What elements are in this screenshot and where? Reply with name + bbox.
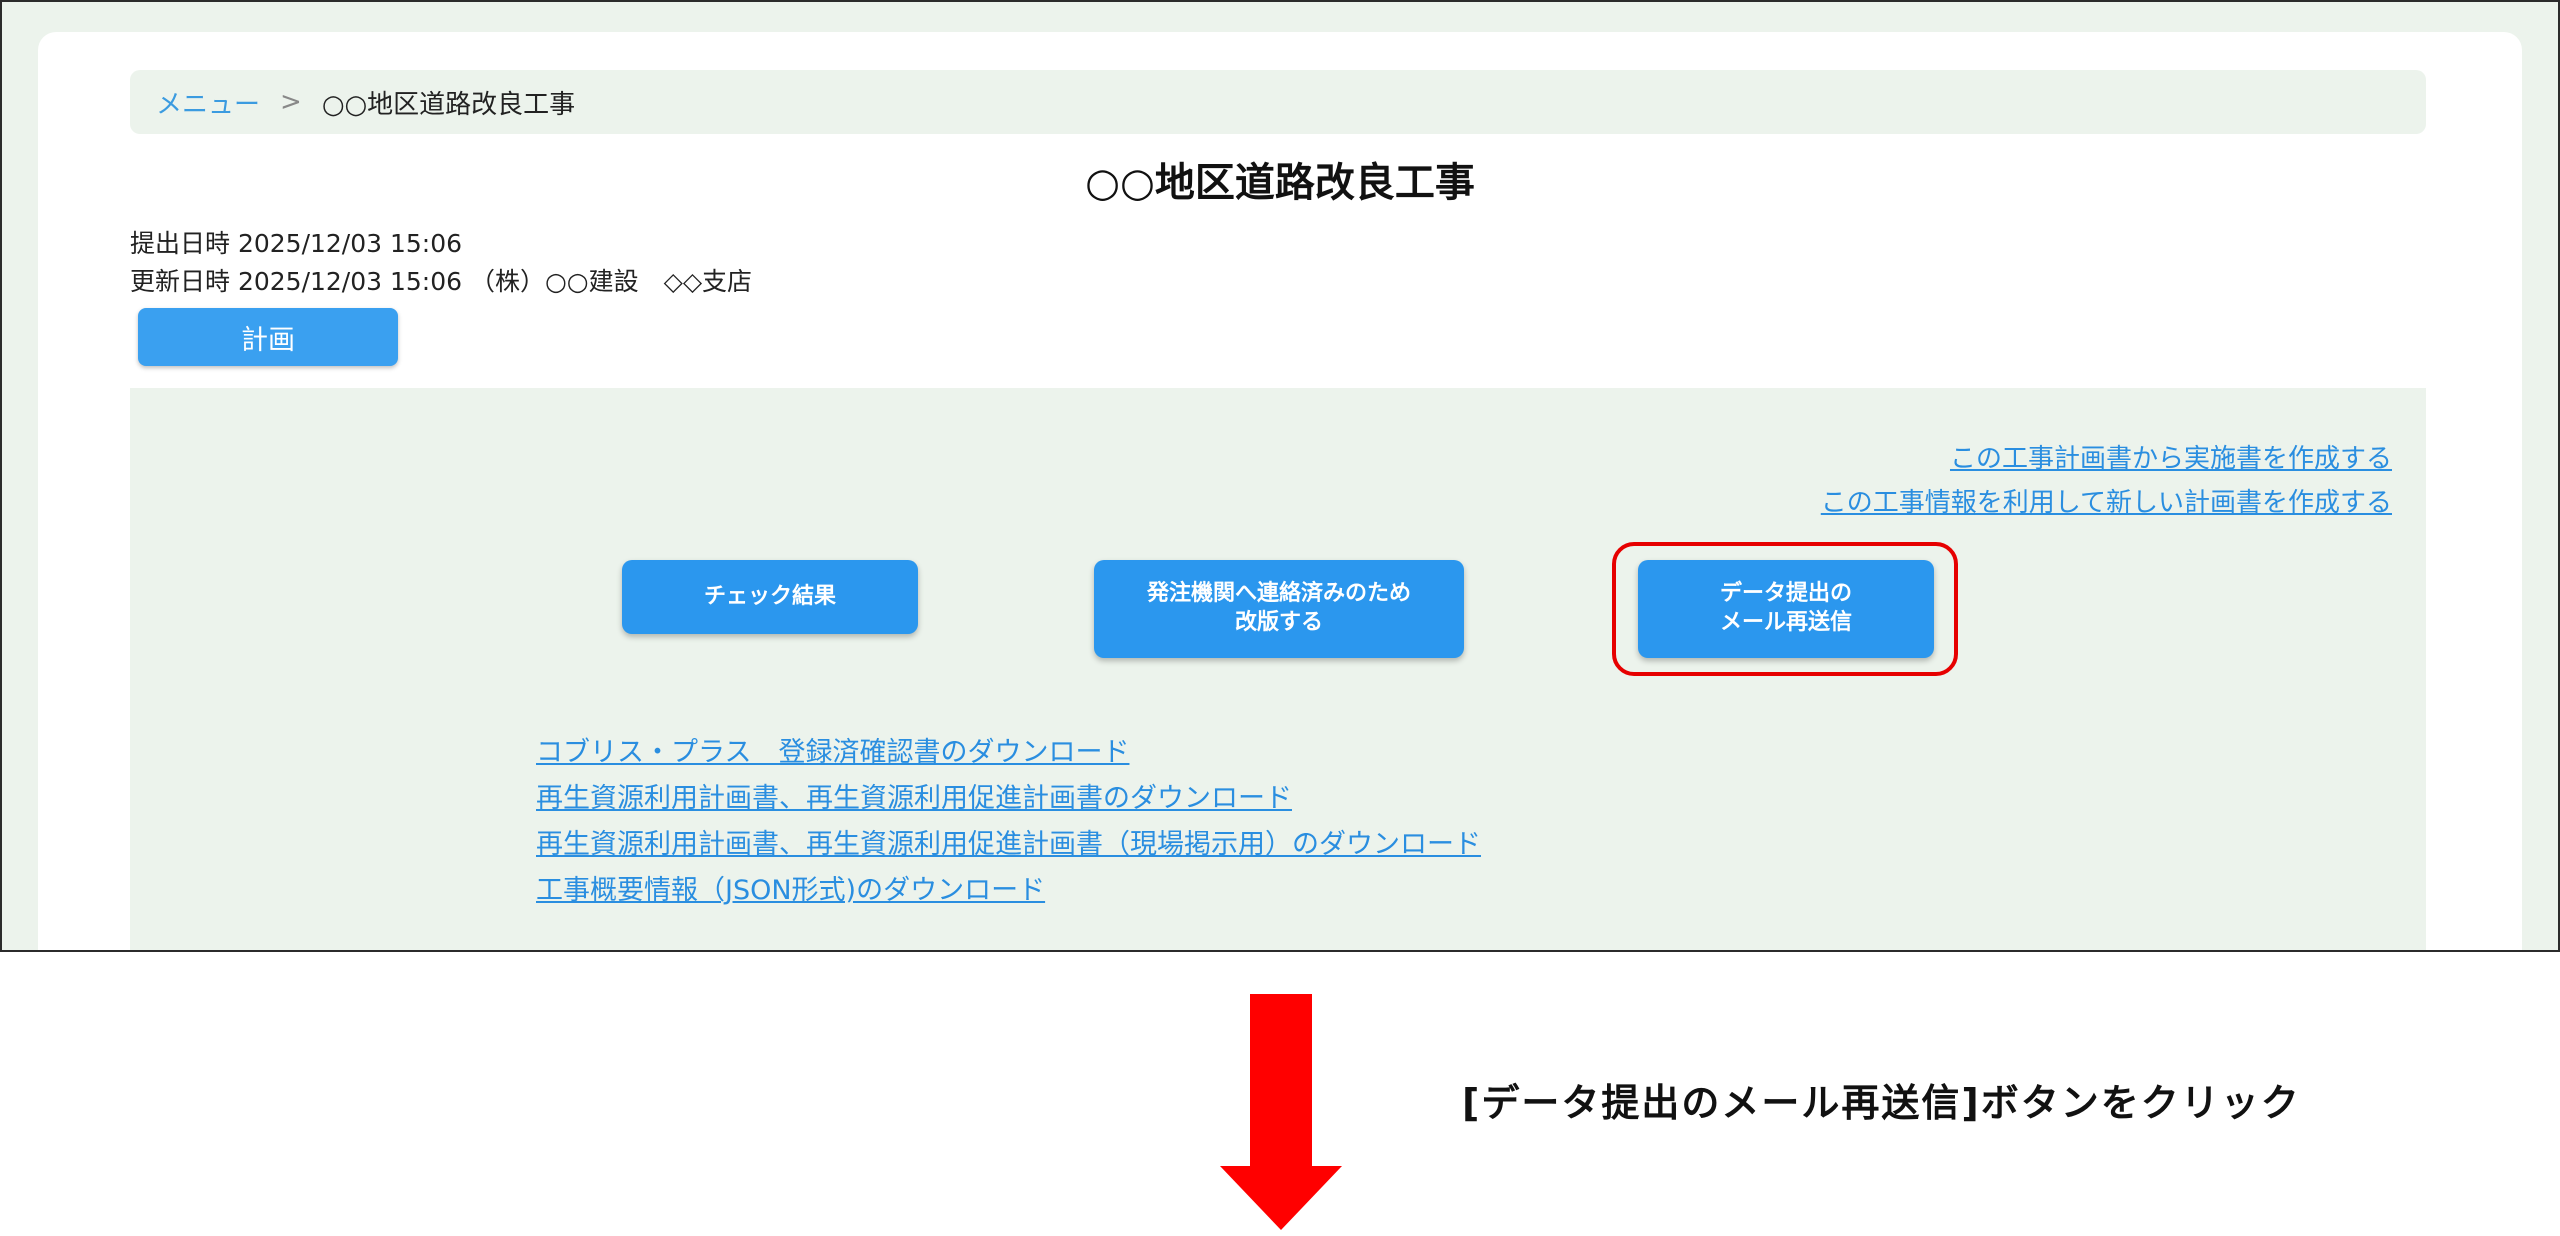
- instruction-text: [データ提出のメール再送信]ボタンをクリック: [1462, 1081, 2301, 1125]
- breadcrumb-separator: >: [280, 87, 302, 117]
- check-result-button[interactable]: チェック結果: [622, 560, 918, 634]
- highlight-box: [1612, 542, 1958, 676]
- create-new-plan-link[interactable]: この工事情報を利用して新しい計画書を作成する: [1821, 482, 2392, 519]
- down-arrow-icon: [1220, 994, 1342, 1230]
- tab-plan[interactable]: 計画: [138, 308, 398, 366]
- screenshot-frame: メニュー > ○○地区道路改良工事 ○○地区道路改良工事 提出日時 2025/1…: [0, 0, 2560, 952]
- updated-datetime: 更新日時 2025/12/03 15:06 （株）○○建設 ◇◇支店: [130, 267, 753, 296]
- download-link-recycle-plan[interactable]: 再生資源利用計画書、再生資源利用促進計画書のダウンロード: [536, 776, 1292, 815]
- breadcrumb-current: ○○地区道路改良工事: [321, 89, 576, 120]
- breadcrumb-menu-link[interactable]: メニュー: [156, 84, 260, 121]
- download-link-json[interactable]: 工事概要情報（JSON形式)のダウンロード: [536, 868, 1045, 907]
- revise-button[interactable]: 発注機関へ連絡済みのため 改版する: [1094, 560, 1464, 658]
- content-area: この工事計画書から実施書を作成する この工事情報を利用して新しい計画書を作成する…: [130, 388, 2426, 950]
- main-panel: メニュー > ○○地区道路改良工事 ○○地区道路改良工事 提出日時 2025/1…: [38, 32, 2522, 950]
- download-link-cobris[interactable]: コブリス・プラス 登録済確認書のダウンロード: [536, 730, 1129, 769]
- page-title: ○○地区道路改良工事: [1085, 160, 1475, 206]
- download-link-recycle-plan-posting[interactable]: 再生資源利用計画書、再生資源利用促進計画書（現場掲示用）のダウンロード: [536, 822, 1481, 861]
- submitted-datetime: 提出日時 2025/12/03 15:06: [130, 229, 463, 258]
- create-execution-link[interactable]: この工事計画書から実施書を作成する: [1950, 438, 2392, 475]
- breadcrumb: メニュー > ○○地区道路改良工事: [130, 70, 2426, 134]
